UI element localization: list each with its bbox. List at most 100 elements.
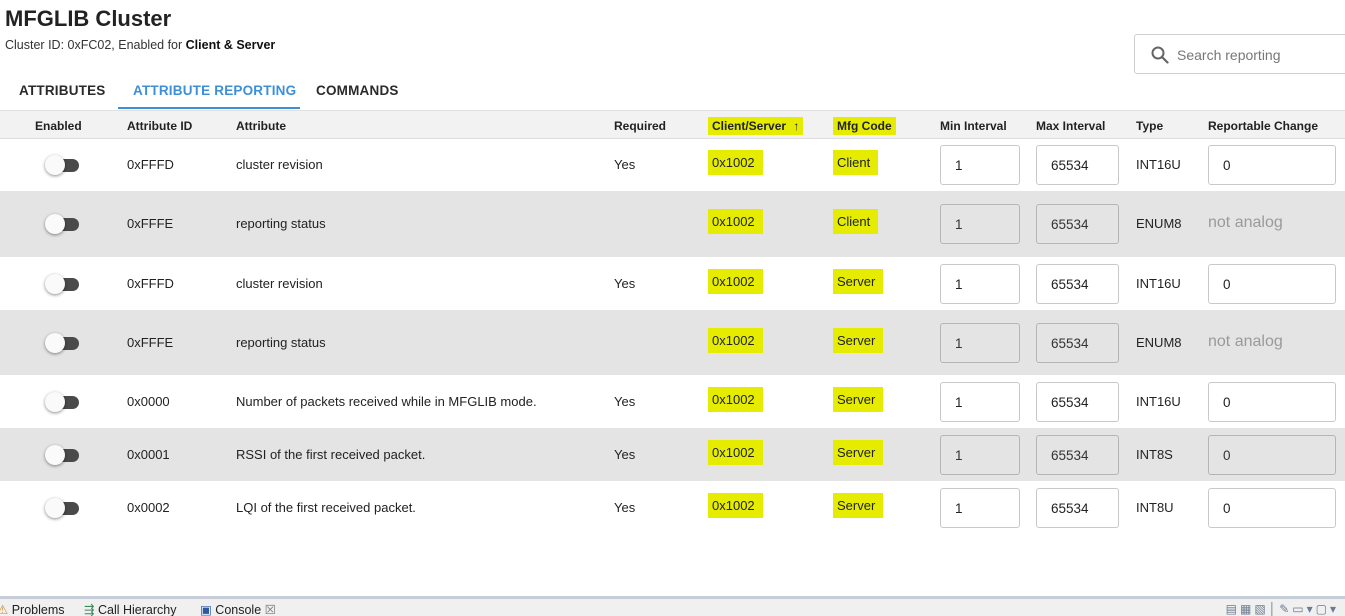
max-interval-input[interactable]: 65534 — [1036, 264, 1119, 304]
attribute-name-cell: cluster revision — [236, 157, 323, 172]
display-console-icon[interactable]: ▭▾ — [1292, 602, 1315, 616]
mfg-code-value: 0x1002 — [708, 440, 763, 465]
mfg-code-value: 0x1002 — [708, 150, 763, 175]
col-mfg-code[interactable]: Mfg Code — [833, 117, 896, 135]
min-interval-input[interactable]: 1 — [940, 488, 1020, 528]
col-enabled[interactable]: Enabled — [35, 119, 82, 133]
col-required[interactable]: Required — [614, 119, 666, 133]
side-value: Server — [833, 328, 884, 353]
attribute-name-cell: RSSI of the first received packet. — [236, 447, 426, 462]
mfg-code-value: 0x1002 — [708, 493, 763, 518]
mfg-code-value: 0x1002 — [708, 328, 763, 353]
side-cell: Client — [833, 150, 879, 175]
mfg-code-label: Mfg Code — [833, 117, 896, 135]
max-interval-input[interactable]: 65534 — [1036, 488, 1119, 528]
reportable-change-input[interactable]: 0 — [1208, 382, 1336, 422]
mfg-code-cell: 0x1002 — [708, 150, 763, 175]
attribute-id-cell: 0x0000 — [127, 394, 170, 409]
enable-toggle[interactable] — [45, 214, 79, 234]
table-row: 0xFFFD cluster revision Yes 0x1002 Server 1 65… — [0, 257, 1345, 310]
enable-toggle[interactable] — [45, 445, 79, 465]
attribute-id-cell: 0x0001 — [127, 447, 170, 462]
attribute-name-cell: Number of packets received while in MFGL… — [236, 394, 537, 409]
type-cell: INT8S — [1136, 447, 1173, 462]
col-min-interval[interactable]: Min Interval — [940, 119, 1007, 133]
reportable-change-input[interactable]: 0 — [1208, 488, 1336, 528]
active-tab-indicator — [118, 107, 300, 109]
max-interval-input: 65534 — [1036, 204, 1119, 244]
search-input[interactable] — [1177, 44, 1337, 66]
attribute-id-cell: 0xFFFD — [127, 276, 174, 291]
required-cell: Yes — [614, 500, 636, 515]
col-reportable-change[interactable]: Reportable Change — [1208, 119, 1318, 133]
enable-toggle[interactable] — [45, 333, 79, 353]
table-row: 0x0001 RSSI of the first received packet.… — [0, 428, 1345, 481]
col-client-server[interactable]: Client/Server ↑ — [708, 117, 804, 135]
tab-call-hierarchy[interactable]: ⇶ Call Hierarchy — [84, 602, 176, 616]
mfg-code-cell: 0x1002 — [708, 269, 763, 294]
tab-attribute-reporting[interactable]: ATTRIBUTE REPORTING — [133, 83, 296, 98]
bottom-panel-bar: ⚠ Problems ⇶ Call Hierarchy ▣ Console ☒ … — [0, 596, 1345, 616]
tab-attributes[interactable]: ATTRIBUTES — [19, 83, 106, 98]
side-value: Server — [833, 440, 884, 465]
toggle-knob — [45, 445, 65, 465]
enable-toggle[interactable] — [45, 155, 79, 175]
reportable-change-input[interactable]: 0 — [1208, 264, 1336, 304]
side-value: Client — [833, 209, 879, 234]
required-cell: Yes — [614, 394, 636, 409]
toggle-knob — [45, 155, 65, 175]
enable-toggle[interactable] — [45, 392, 79, 412]
enable-toggle[interactable] — [45, 498, 79, 518]
side-cell: Server — [833, 440, 884, 465]
type-cell: INT16U — [1136, 394, 1181, 409]
tab-bar: ATTRIBUTES ATTRIBUTE REPORTING COMMANDS — [0, 80, 1345, 110]
table-row: 0xFFFD cluster revision Yes 0x1002 Client 1 65… — [0, 138, 1345, 191]
mfg-code-cell: 0x1002 — [708, 493, 763, 518]
col-max-interval[interactable]: Max Interval — [1036, 119, 1105, 133]
min-interval-input[interactable]: 1 — [940, 145, 1020, 185]
toggle-knob — [45, 498, 65, 518]
table-row: 0x0000 Number of packets received while i… — [0, 375, 1345, 428]
min-interval-input[interactable]: 1 — [940, 382, 1020, 422]
max-interval-input[interactable]: 65534 — [1036, 382, 1119, 422]
tab-console[interactable]: ▣ Console ☒ — [200, 602, 276, 616]
clear-console-icon[interactable]: ▤ — [1226, 602, 1240, 616]
col-type[interactable]: Type — [1136, 119, 1163, 133]
required-cell: Yes — [614, 447, 636, 462]
col-attribute[interactable]: Attribute — [236, 119, 286, 133]
word-wrap-icon[interactable]: ▧ — [1254, 602, 1268, 616]
required-cell: Yes — [614, 157, 636, 172]
type-cell: INT8U — [1136, 500, 1174, 515]
tab-problems[interactable]: ⚠ Problems — [0, 602, 65, 616]
max-interval-input[interactable]: 65534 — [1036, 145, 1119, 185]
min-interval-input[interactable]: 1 — [940, 264, 1020, 304]
console-icon: ▣ — [200, 603, 212, 616]
open-console-icon[interactable]: ▢▾ — [1316, 602, 1339, 616]
search-box[interactable] — [1134, 34, 1345, 74]
call-hierarchy-icon: ⇶ — [84, 603, 95, 616]
tab-commands[interactable]: COMMANDS — [316, 83, 399, 98]
mfg-code-value: 0x1002 — [708, 269, 763, 294]
table-row: 0x0002 LQI of the first received packet. Y… — [0, 481, 1345, 534]
type-cell: ENUM8 — [1136, 335, 1182, 350]
page-title: MFGLIB Cluster — [5, 6, 172, 31]
col-attribute-id[interactable]: Attribute ID — [127, 119, 192, 133]
problems-icon: ⚠ — [0, 603, 9, 616]
attribute-name-cell: LQI of the first received packet. — [236, 500, 416, 515]
attribute-id-cell: 0x0002 — [127, 500, 170, 515]
side-cell: Server — [833, 269, 884, 294]
side-cell: Server — [833, 328, 884, 353]
enable-toggle[interactable] — [45, 274, 79, 294]
pin-console-icon[interactable]: ✎ — [1279, 602, 1292, 616]
attribute-name-cell: reporting status — [236, 335, 326, 350]
type-cell: INT16U — [1136, 157, 1181, 172]
scroll-lock-icon[interactable]: ▦ — [1240, 602, 1254, 616]
toggle-knob — [45, 274, 65, 294]
type-cell: ENUM8 — [1136, 216, 1182, 231]
table-row: 0xFFFE reporting status 0x1002 Server 1 65534… — [0, 310, 1345, 375]
mfg-code-cell: 0x1002 — [708, 387, 763, 412]
reportable-change-input[interactable]: 0 — [1208, 145, 1336, 185]
side-value: Client — [833, 150, 879, 175]
toggle-knob — [45, 214, 65, 234]
close-icon[interactable]: ☒ — [265, 603, 276, 616]
